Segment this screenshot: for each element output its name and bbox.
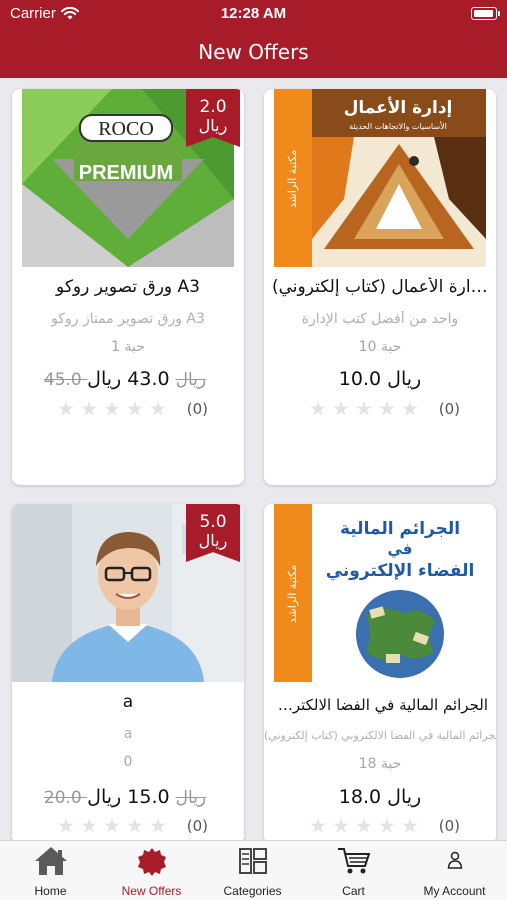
product-quantity: 1 حبة [111,339,145,355]
tab-home[interactable]: Home [0,841,101,900]
star-icon [81,818,97,833]
star-rating [58,401,166,417]
star-icon [58,401,74,416]
product-card[interactable]: ROCO PREMIUM 2.0 ريال ورق تصوير روكو A3 … [12,89,244,485]
tab-my-account[interactable]: My Account [404,841,505,900]
current-price: 18.0 ريال [338,786,422,808]
product-card[interactable]: مكتبة الراشد الجرائم المالية في الفضاء ا… [264,504,496,840]
product-name: الجرائم المالية في الفضا الالكتروني (كت.… [264,696,488,714]
categories-icon [238,848,267,874]
tab-label: New Offers [121,884,182,898]
roco-logo-text: ROCO [98,118,154,140]
tab-label: Home [34,884,67,898]
product-description: واحد من أفضل كتب الإدارة [301,311,459,327]
rating-count: (0) [438,817,460,835]
product-quantity: 0 [123,754,133,770]
product-card[interactable]: مكتبة الراشد إدارة الأعمال الأساسيات وال… [264,89,496,485]
battery-icon [471,7,500,20]
clock: 12:28 AM [220,5,287,22]
nav-bar: New Offers [0,28,507,78]
star-rating [58,818,166,834]
tab-label: Cart [342,884,365,898]
tab-label: My Account [423,884,486,898]
book-title-line-3: الفضاء الإلكتروني [326,561,475,581]
user-icon [447,851,462,869]
current-price: 15.0 ريال [87,786,170,808]
star-icon [310,401,326,416]
discount-currency: ريال [198,531,228,550]
star-rating [310,818,418,834]
star-icon [379,818,395,833]
product-quantity: 18 حبة [358,756,402,772]
product-card[interactable]: 5.0 ريال a a 0 20.0 ريال 15.0 ريال (0) [12,504,244,840]
tab-categories[interactable]: Categories [202,841,303,900]
rating-count: (0) [186,400,208,418]
star-icon [104,818,120,833]
rating-row: (0) [58,400,208,418]
rating-row: (0) [310,817,460,835]
current-price: 43.0 ريال [87,368,170,390]
product-image: مكتبة الراشد الجرائم المالية في الفضاء ا… [274,504,486,682]
rating-row: (0) [310,400,460,418]
price-row: 45.0 ريال 43.0 ريال [12,368,244,390]
price-row: 10.0 ريال [264,368,496,390]
rating-count: (0) [186,817,208,835]
tab-bar: Home New Offers Categories Cart My Accou… [0,840,507,900]
cart-icon [337,848,370,874]
badge-icon [137,848,166,876]
discount-amount: 2.0 [199,97,227,117]
publisher-spine-text: مكتبة الراشد [286,565,299,624]
star-icon [379,401,395,416]
book-title-line-2: في [388,540,413,558]
star-icon [310,818,326,833]
product-grid: ROCO PREMIUM 2.0 ريال ورق تصوير روكو A3 … [0,78,507,840]
star-icon [150,401,166,416]
star-rating [310,401,418,417]
product-name: a [122,692,134,712]
product-name: مبادئ إدارة الأعمال (كتاب إلكتروني) [272,277,496,297]
rating-count: (0) [438,400,460,418]
rating-row: (0) [58,817,208,835]
book-cover-image: مكتبة الراشد إدارة الأعمال الأساسيات وال… [274,89,486,267]
tab-cart[interactable]: Cart [303,841,404,900]
tab-new-offers[interactable]: New Offers [101,841,202,900]
star-icon [402,401,418,416]
product-image: مكتبة الراشد إدارة الأعمال الأساسيات وال… [274,89,486,267]
star-icon [150,818,166,833]
star-icon [104,401,120,416]
star-icon [333,401,349,416]
star-icon [81,401,97,416]
star-icon [127,401,143,416]
discount-amount: 5.0 [199,512,227,532]
product-description: a [123,726,133,742]
star-icon [333,818,349,833]
book-subtitle-text: الأساسيات والاتجاهات الحديثة [349,121,447,131]
home-icon [34,847,67,875]
current-price: 10.0 ريال [338,368,422,390]
book-cover-image: مكتبة الراشد الجرائم المالية في الفضاء ا… [274,504,486,682]
product-description: الجرائم المالية في الفضا الالكتروني (كتا… [264,729,496,742]
publisher-spine-text: مكتبة الراشد [286,150,299,209]
page-title: New Offers [198,40,309,64]
star-icon [127,818,143,833]
star-icon [402,818,418,833]
book-title-text: إدارة الأعمال [344,97,453,118]
premium-label: PREMIUM [79,162,173,184]
price-row: 20.0 ريال 15.0 ريال [12,786,244,808]
price-row: 18.0 ريال [264,786,496,808]
star-icon [58,818,74,833]
star-icon [356,401,372,416]
discount-currency: ريال [198,116,228,135]
product-description: ورق تصوير ممتاز روكو A3 [51,311,205,327]
book-title-line-1: الجرائم المالية [340,519,460,539]
tab-label: Categories [223,884,282,898]
product-quantity: 10 حبة [358,339,402,355]
star-icon [356,818,372,833]
product-name: ورق تصوير روكو A3 [56,277,200,297]
status-bar: Carrier 12:28 AM [0,0,507,28]
